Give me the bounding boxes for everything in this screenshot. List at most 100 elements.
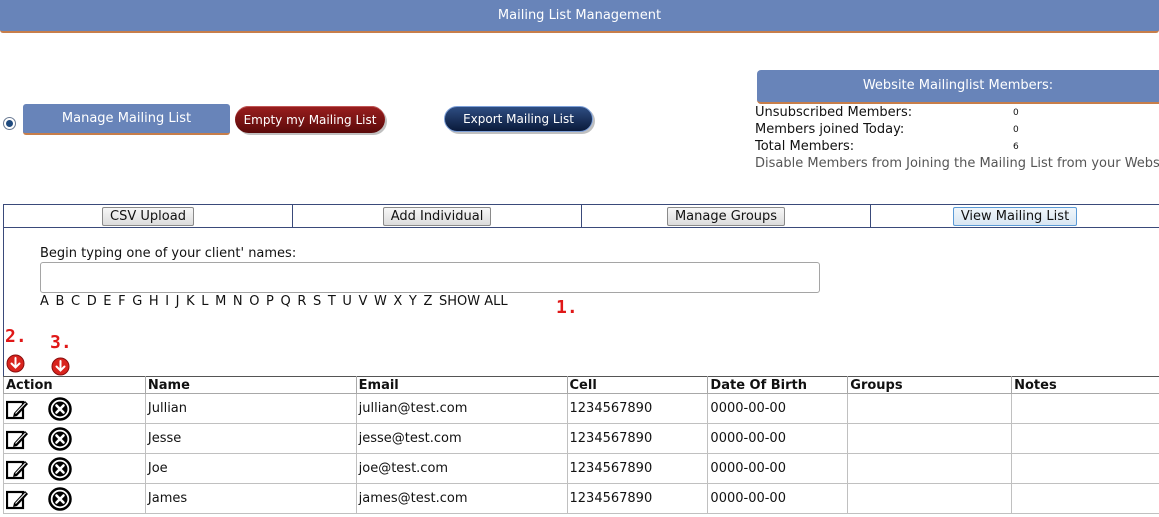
letter-x[interactable]: X <box>393 294 402 309</box>
client-search-input[interactable] <box>40 262 820 293</box>
letter-n[interactable]: N <box>233 294 243 309</box>
stat-joined-today-value: 0 <box>1013 125 1019 135</box>
cell-phone: 1234567890 <box>566 483 709 514</box>
cell-email: joe@test.com <box>355 453 568 484</box>
cell-email: jullian@test.com <box>355 393 568 424</box>
delete-icon[interactable] <box>48 456 72 481</box>
letter-j[interactable]: J <box>176 294 180 309</box>
letter-l[interactable]: L <box>201 294 208 309</box>
letter-b[interactable]: B <box>56 294 65 309</box>
col-name[interactable]: Name <box>144 376 357 394</box>
letter-y[interactable]: Y <box>409 294 417 309</box>
letter-o[interactable]: O <box>249 294 259 309</box>
cell-phone: 1234567890 <box>566 453 709 484</box>
table-row: Joe joe@test.com 1234567890 0000-00-00 <box>3 453 1159 484</box>
table-row: Jullian jullian@test.com 1234567890 0000… <box>3 393 1159 424</box>
stat-unsubscribed-value: 0 <box>1013 108 1019 118</box>
cell-dob: 0000-00-00 <box>707 453 849 484</box>
annotation-marker-1: 1. <box>556 297 578 318</box>
empty-mailing-list-button[interactable]: Empty my Mailing List <box>235 106 385 133</box>
letter-f[interactable]: F <box>118 294 125 309</box>
edit-icon[interactable] <box>6 458 30 480</box>
cell-groups <box>847 393 1013 424</box>
col-email[interactable]: Email <box>355 376 568 394</box>
tab-cell-view: View Mailing List <box>871 205 1159 227</box>
action-cell <box>3 423 146 454</box>
members-panel-title: Website Mailinglist Members: <box>757 70 1159 104</box>
cell-dob: 0000-00-00 <box>707 393 849 424</box>
col-notes[interactable]: Notes <box>1011 376 1159 394</box>
table-row: James james@test.com 1234567890 0000-00-… <box>3 483 1159 514</box>
alphabet-filter: A B C D E F G H I J K L M N O P Q R S T … <box>40 294 514 309</box>
letter-z[interactable]: Z <box>423 294 432 309</box>
cell-dob: 0000-00-00 <box>707 423 849 454</box>
cell-name: James <box>144 483 357 514</box>
export-mailing-list-button[interactable]: Export Mailing List <box>444 106 593 132</box>
edit-icon[interactable] <box>6 398 30 420</box>
letter-g[interactable]: G <box>132 294 142 309</box>
letter-t[interactable]: T <box>328 294 336 309</box>
sort-down-icon[interactable] <box>6 354 25 377</box>
cell-phone: 1234567890 <box>566 423 709 454</box>
delete-icon[interactable] <box>48 426 72 451</box>
letter-r[interactable]: R <box>297 294 306 309</box>
edit-icon[interactable] <box>6 488 30 510</box>
letter-v[interactable]: V <box>358 294 367 309</box>
letter-k[interactable]: K <box>186 294 195 309</box>
action-cell <box>3 453 146 484</box>
delete-icon[interactable] <box>48 396 72 421</box>
cell-notes <box>1011 453 1159 484</box>
action-cell <box>3 483 146 514</box>
manage-mailing-list-button[interactable]: Manage Mailing List <box>23 104 230 135</box>
search-label: Begin typing one of your client' names: <box>40 246 297 261</box>
stat-total-value: 6 <box>1013 142 1019 152</box>
letter-c[interactable]: C <box>71 294 80 309</box>
tab-csv-upload[interactable]: CSV Upload <box>102 206 194 226</box>
cell-name: Jesse <box>144 423 357 454</box>
col-action: Action <box>3 376 146 394</box>
letter-w[interactable]: W <box>374 294 387 309</box>
col-cell[interactable]: Cell <box>566 376 709 394</box>
disable-joining-link[interactable]: Disable Members from Joining the Mailing… <box>755 156 1159 171</box>
letter-m[interactable]: M <box>215 294 226 309</box>
cell-notes <box>1011 483 1159 514</box>
tab-cell-groups: Manage Groups <box>582 205 871 227</box>
tab-manage-groups[interactable]: Manage Groups <box>666 206 786 226</box>
tab-cell-add: Add Individual <box>293 205 582 227</box>
cell-groups <box>847 453 1013 484</box>
edit-icon[interactable] <box>6 428 30 450</box>
stat-joined-today-label: Members joined Today: <box>755 122 905 137</box>
tab-add-individual[interactable]: Add Individual <box>382 206 492 226</box>
cell-dob: 0000-00-00 <box>707 483 849 514</box>
letter-e[interactable]: E <box>103 294 111 309</box>
cell-name: Joe <box>144 453 357 484</box>
cell-notes <box>1011 423 1159 454</box>
tab-view-mailing-list[interactable]: View Mailing List <box>952 206 1078 226</box>
manage-radio[interactable] <box>3 117 16 130</box>
letter-s[interactable]: S <box>313 294 321 309</box>
stat-total-label: Total Members: <box>755 139 855 154</box>
annotation-marker-3: 3. <box>50 332 72 353</box>
cell-notes <box>1011 393 1159 424</box>
delete-icon[interactable] <box>48 486 72 511</box>
letter-p[interactable]: P <box>266 294 274 309</box>
show-all-link[interactable]: SHOW ALL <box>439 294 508 309</box>
cell-groups <box>847 483 1013 514</box>
stat-unsubscribed-label: Unsubscribed Members: <box>755 105 913 120</box>
cell-phone: 1234567890 <box>566 393 709 424</box>
letter-u[interactable]: U <box>342 294 352 309</box>
table-header-row: Action Name Email Cell Date Of Birth Gro… <box>3 376 1159 394</box>
cell-name: Jullian <box>144 393 357 424</box>
page-header: Mailing List Management <box>0 0 1159 33</box>
col-groups[interactable]: Groups <box>847 376 1013 394</box>
content-border <box>3 228 4 378</box>
action-cell <box>3 393 146 424</box>
letter-a[interactable]: A <box>40 294 49 309</box>
col-dob[interactable]: Date Of Birth <box>707 376 849 394</box>
annotation-marker-2: 2. <box>5 326 27 347</box>
tab-cell-csv: CSV Upload <box>4 205 293 227</box>
letter-q[interactable]: Q <box>280 294 290 309</box>
letter-d[interactable]: D <box>87 294 97 309</box>
letter-i[interactable]: I <box>165 294 169 309</box>
letter-h[interactable]: H <box>149 294 159 309</box>
